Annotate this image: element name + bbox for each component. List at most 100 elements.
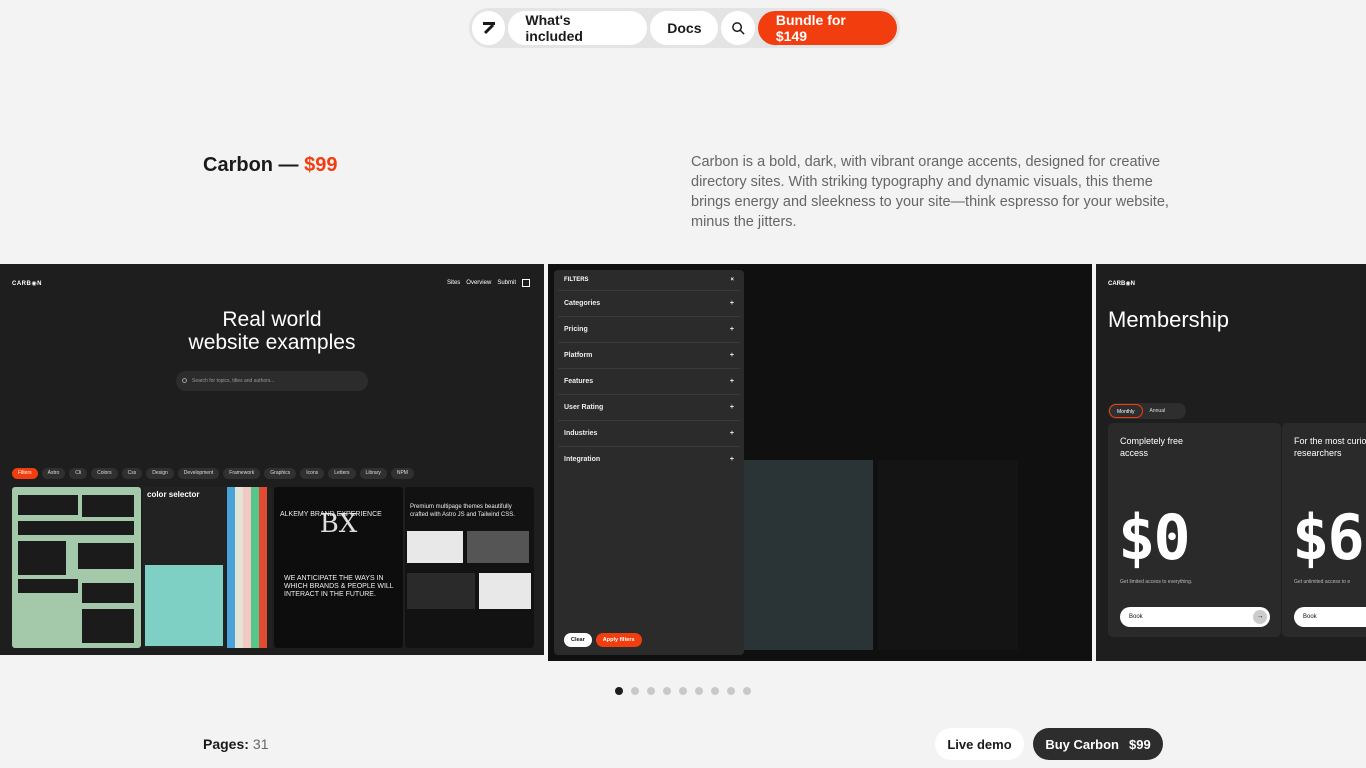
home-logo-button[interactable]	[472, 11, 506, 45]
buy-label: Buy Carbon	[1045, 736, 1119, 752]
chip: Colors	[91, 468, 118, 479]
close-icon: ×	[730, 277, 734, 283]
top-nav: What's included Docs Bundle for $149	[469, 8, 900, 48]
thumb-screenshot	[407, 573, 475, 609]
chip: Framework	[223, 468, 261, 479]
pagination-dot[interactable]	[631, 687, 639, 695]
book-button: Book	[1294, 607, 1366, 627]
slide-nav-sites: Sites	[446, 280, 461, 286]
theme-name: Carbon —	[203, 154, 305, 176]
plus-icon: +	[729, 404, 734, 411]
clear-filters-button: Clear	[564, 633, 592, 647]
carousel-slide-membership[interactable]: CARB◉N Membership Monthly Annual Complet…	[1096, 264, 1366, 661]
live-demo-button[interactable]: Live demo	[935, 728, 1024, 760]
docs-button[interactable]: Docs	[650, 11, 719, 45]
slide-search-bar: Search for topics, titles and authors...	[176, 371, 368, 391]
filters-title: FILTERS	[564, 277, 589, 283]
thumb-block	[82, 583, 134, 603]
color-stripe	[227, 487, 235, 648]
slide-logo: CARB◉N	[12, 281, 42, 287]
pages-value: 31	[252, 736, 269, 752]
thumbnail-typography	[12, 487, 141, 648]
arrow-right-icon: →	[1253, 610, 1267, 624]
bundle-button[interactable]: Bundle for $149	[757, 11, 898, 45]
plus-icon: +	[729, 352, 734, 359]
thumb-text: WE ANTICIPATE THE WAYS IN WHICH BRANDS &…	[284, 575, 394, 598]
arrow-up-right-icon	[482, 22, 495, 35]
pagination-dot[interactable]	[615, 687, 623, 695]
book-label: Book	[1303, 614, 1317, 620]
pages-label: Pages:	[203, 736, 249, 752]
toggle-monthly: Monthly	[1109, 404, 1143, 418]
pagination-dot[interactable]	[711, 687, 719, 695]
search-icon	[182, 378, 187, 383]
plan-card-paid: For the most curious researchers $6 Get …	[1282, 423, 1366, 637]
screenshot-carousel[interactable]: CARB◉N Sites Overview Submit Real world …	[0, 264, 1366, 661]
plan-amount: $6	[1292, 501, 1365, 574]
filter-label: Industries	[564, 430, 598, 437]
chip: NPM	[390, 468, 414, 479]
carousel-slide-filters[interactable]: FILTERS × Categories + Pricing + Platform +…	[548, 264, 1092, 661]
filters-header: FILTERS ×	[554, 270, 744, 290]
theme-description: Carbon is a bold, dark, with vibrant ora…	[691, 154, 1169, 230]
color-stripe	[243, 487, 251, 648]
plus-icon: +	[729, 326, 734, 333]
thumb-screenshot	[467, 531, 529, 563]
book-button: Book →	[1120, 607, 1270, 627]
thumb-block	[18, 541, 66, 575]
theme-title: Carbon — $99	[203, 154, 338, 177]
filter-actions: Clear Apply filters	[564, 633, 642, 647]
plan-card-free: Completely free access $0 Get limited ac…	[1108, 423, 1281, 637]
whats-included-button[interactable]: What's included	[508, 11, 648, 45]
thumb-title: ALKEMY BRAND EXPERIENCE	[280, 511, 382, 518]
thumb-label: color selector	[147, 490, 200, 499]
grid-icon	[522, 279, 530, 287]
membership-title: Membership	[1108, 307, 1230, 332]
slide-hero-title: Real world website examples	[0, 308, 544, 354]
plan-amount: $0	[1118, 501, 1191, 574]
slide-thumbnails: color selector BX ALKEMY BRAND EXPERIENC…	[12, 487, 534, 648]
thumbnail-brand-experience: BX ALKEMY BRAND EXPERIENCE WE ANTICIPATE…	[274, 487, 403, 648]
pagination-dot[interactable]	[743, 687, 751, 695]
filter-row: Integration +	[558, 446, 740, 472]
filter-row: Industries +	[558, 420, 740, 446]
chip: Design	[146, 468, 174, 479]
pages-count: Pages: 31	[203, 736, 269, 752]
chip: Cli	[69, 468, 88, 479]
filter-row: User Rating +	[558, 394, 740, 420]
thumb-block	[82, 495, 134, 517]
thumb-block	[18, 495, 78, 515]
toggle-annual: Annual	[1149, 408, 1166, 414]
hero-line-2: website examples	[188, 331, 356, 354]
thumb-screenshot	[479, 573, 531, 609]
slide-search-placeholder: Search for topics, titles and authors...	[192, 378, 275, 384]
dimmed-content	[878, 460, 1018, 650]
thumb-block	[82, 609, 134, 643]
billing-toggle: Monthly Annual	[1108, 403, 1186, 419]
carousel-slide-home[interactable]: CARB◉N Sites Overview Submit Real world …	[0, 264, 544, 655]
pagination-dot[interactable]	[679, 687, 687, 695]
color-stripe	[251, 487, 259, 648]
filter-row: Categories +	[558, 290, 740, 316]
filter-row: Platform +	[558, 342, 740, 368]
search-button[interactable]	[721, 11, 755, 45]
apply-filters-button: Apply filters	[595, 633, 642, 647]
filter-label: Categories	[564, 300, 601, 307]
thumb-block	[18, 579, 78, 593]
pagination-dot[interactable]	[663, 687, 671, 695]
slide-nav-overview: Overview	[466, 280, 492, 286]
chip: Graphics	[264, 468, 297, 479]
pagination-dot[interactable]	[727, 687, 735, 695]
chip: Letters	[328, 468, 356, 479]
filter-label: User Rating	[564, 404, 604, 411]
buy-carbon-button[interactable]: Buy Carbon $99	[1033, 728, 1163, 760]
pagination-dot[interactable]	[695, 687, 703, 695]
carousel-pagination	[615, 687, 751, 695]
filter-label: Features	[564, 378, 594, 385]
thumb-screenshot	[407, 531, 463, 563]
filter-row: Features +	[558, 368, 740, 394]
pagination-dot[interactable]	[647, 687, 655, 695]
chip: Icons	[300, 468, 325, 479]
thumbnail-color-selector: color selector	[143, 487, 272, 648]
thumb-block	[78, 543, 134, 569]
